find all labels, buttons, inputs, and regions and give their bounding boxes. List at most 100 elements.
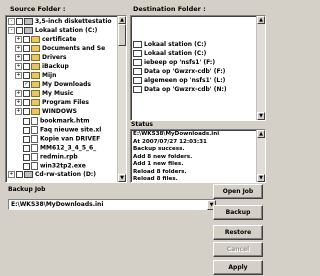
tree-item-label: Mijn [42,72,57,79]
destination-item[interactable]: Lokaal station (C:) [133,50,206,58]
tree-item-checkbox[interactable] [23,63,30,70]
tree-item-checkbox[interactable] [23,144,30,152]
status-scrollbar[interactable]: ▲ ▼ [256,130,265,182]
status-scroll-down-button[interactable]: ▼ [257,174,265,182]
collapse-icon[interactable]: - [8,18,15,25]
tree-item-checkbox[interactable] [23,117,30,125]
tree-item[interactable]: + Cd-rw-station (D:) [8,171,96,179]
status-label: Status [131,121,153,128]
status-scroll-up-button[interactable]: ▲ [257,130,265,138]
cancel-button[interactable]: Cancel [213,242,263,257]
expand-icon[interactable]: + [15,72,22,79]
destination-folder-list[interactable]: Lokaal station (C:) Lokaal station (C:) ie… [130,15,266,121]
network-drive-icon [133,59,142,66]
folder-icon [31,108,40,115]
destination-folder-label: Destination Folder : [133,5,206,13]
tree-item[interactable]: + Documents and Se [8,45,105,53]
destination-scrollbar[interactable]: ▲ ▼ [256,16,265,120]
status-line: Add 1 new files. [133,161,184,167]
tree-item[interactable]: + certificate [8,36,77,44]
expand-icon[interactable]: + [15,99,22,106]
scroll-thumb[interactable] [118,24,126,46]
tree-item[interactable]: + WINDOWS [8,108,77,116]
status-line: Backup success. [133,146,185,152]
destination-item[interactable]: algemeen op 'nsfs1' (L:) [133,77,225,85]
tree-item-checkbox[interactable] [23,90,30,97]
backup-job-field[interactable]: E:\WKS38\MyDownloads.ini [8,199,216,210]
tree-item-label: Documents and Se [42,45,106,52]
destination-item[interactable]: iebeep op 'nsfs1' (F:) [133,59,215,67]
backup-job-label: Backup Job [8,186,46,193]
restore-button[interactable]: Restore [213,225,263,240]
expand-icon[interactable]: + [15,54,22,61]
tree-item[interactable]: + My Music [8,90,73,98]
folder-icon [31,45,40,52]
tree-item[interactable]: ✓ My Downloads [8,81,91,89]
destination-item[interactable]: Lokaal station (C:) [133,41,206,49]
tree-item[interactable]: bookmark.htm [8,117,89,125]
tree-item-checkbox[interactable] [23,99,30,106]
expand-icon[interactable]: + [15,63,22,70]
folder-icon [31,90,40,97]
tree-item[interactable]: - 3,5-inch diskettestatio [8,18,112,26]
tree-item[interactable]: - Lokaal station (C:) [8,27,97,35]
tree-item-checkbox[interactable] [16,18,23,25]
tree-item-checkbox[interactable] [16,171,23,178]
destination-item-label: iebeep op 'nsfs1' (F:) [144,59,216,66]
tree-item-label: certificate [42,36,77,43]
tree-item-checkbox[interactable] [23,72,30,79]
scroll-up-button[interactable]: ▲ [118,16,126,24]
tree-item-checkbox[interactable] [23,126,30,134]
expand-icon[interactable]: + [15,108,22,115]
destination-item-label: algemeen op 'nsfs1' (L:) [144,77,226,84]
scroll-down-button[interactable]: ▼ [118,174,126,182]
expand-icon[interactable]: + [15,36,22,43]
destination-item-label: Data op 'Gwzrx-cdb' (F:) [144,68,226,75]
expand-icon[interactable]: + [8,171,15,178]
tree-item-checkbox[interactable] [23,153,30,161]
file-icon [31,117,38,125]
tree-item-checkbox[interactable] [23,54,30,61]
source-folder-tree[interactable]: - 3,5-inch diskettestatio - Lokaal station … [5,15,127,183]
dest-scroll-up-button[interactable]: ▲ [257,16,265,24]
status-line: At 2007/07/27 12:03:31 [133,138,207,145]
tree-item[interactable]: Kopie van DRIVEF [8,135,100,143]
tree-item-checkbox[interactable]: ✓ [23,81,30,88]
tree-item-checkbox[interactable] [23,36,30,43]
collapse-icon[interactable]: - [8,27,15,34]
tree-item[interactable]: + Program Files [8,99,89,107]
tree-item-checkbox[interactable] [16,27,23,34]
tree-item[interactable]: redmin.rpb [8,153,78,161]
folder-icon [31,81,40,88]
dest-scroll-down-button[interactable]: ▼ [257,112,265,120]
expand-icon[interactable]: + [15,90,22,97]
apply-button[interactable]: Apply [213,260,263,275]
backup-button[interactable]: Backup [213,205,263,220]
destination-item[interactable]: Data op 'Gwzrx-cdb' (F:) [133,68,225,76]
destination-item[interactable]: Data op 'Gwzrx-cdb' (N:) [133,86,227,94]
file-icon [31,135,38,143]
tree-rows: - 3,5-inch diskettestatio - Lokaal station … [8,18,116,180]
tree-item-checkbox[interactable] [23,135,30,143]
tree-item-label: My Music [42,90,74,97]
tree-item-checkbox[interactable] [23,162,30,170]
tree-item[interactable]: MM612_3_4_5_6_ [8,144,96,152]
tree-item-label: bookmark.htm [40,117,90,125]
tree-item[interactable]: win32tp2.exe [8,162,86,170]
source-tree-scrollbar[interactable]: ▲ ▼ [117,16,126,182]
tree-item[interactable]: + Drivers [8,54,67,62]
tree-item[interactable]: + iBackup [8,63,69,71]
drive-icon [24,27,33,34]
tree-item-label: iBackup [42,63,69,70]
tree-item-label: Lokaal station (C:) [35,27,98,34]
file-icon [31,153,38,161]
open-job-button[interactable]: Open Job [213,184,263,199]
folder-icon [31,72,40,79]
tree-item-label: Program Files [42,99,89,106]
expand-icon[interactable]: + [15,45,22,52]
tree-item[interactable]: Faq nieuwe site.xl [8,126,101,134]
tree-item[interactable]: + Mijn [8,72,56,80]
tree-item-checkbox[interactable] [23,45,30,52]
tree-item-checkbox[interactable] [23,108,30,115]
file-icon [31,162,38,170]
